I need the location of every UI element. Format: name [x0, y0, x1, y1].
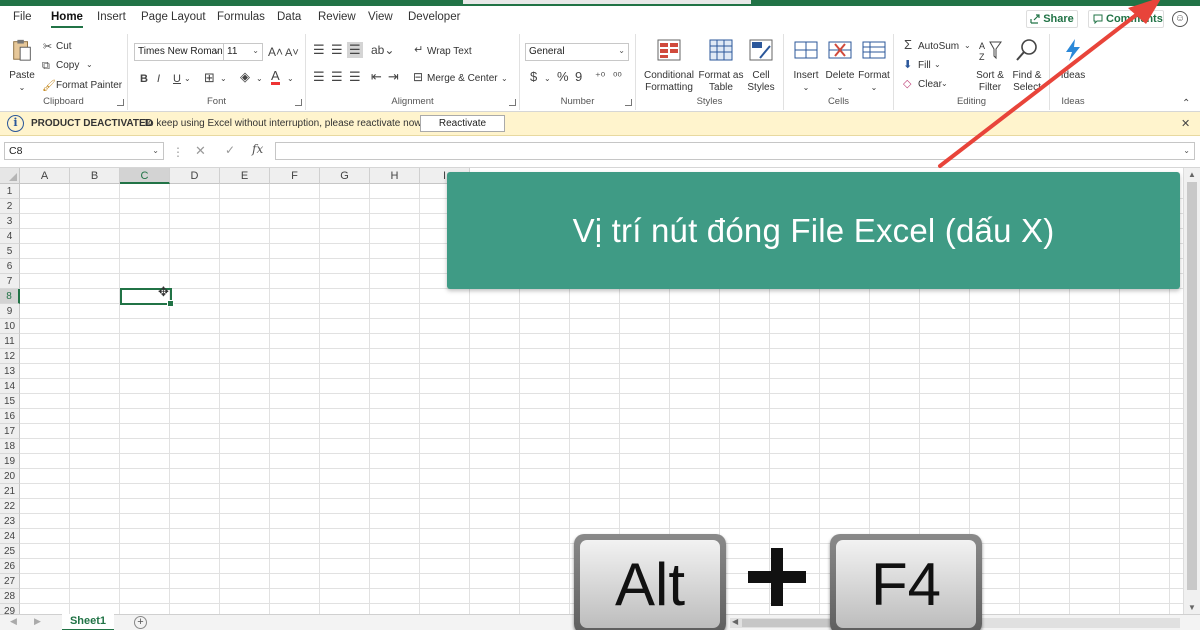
- plus-icon: [748, 548, 806, 606]
- callout-text: Vị trí nút đóng File Excel (dấu X): [572, 211, 1055, 249]
- f4-key: F4: [830, 534, 982, 630]
- callout-box: Vị trí nút đóng File Excel (dấu X): [447, 172, 1180, 289]
- f4-key-label: F4: [836, 540, 976, 628]
- alt-key: Alt: [574, 534, 726, 630]
- alt-key-label: Alt: [580, 540, 720, 628]
